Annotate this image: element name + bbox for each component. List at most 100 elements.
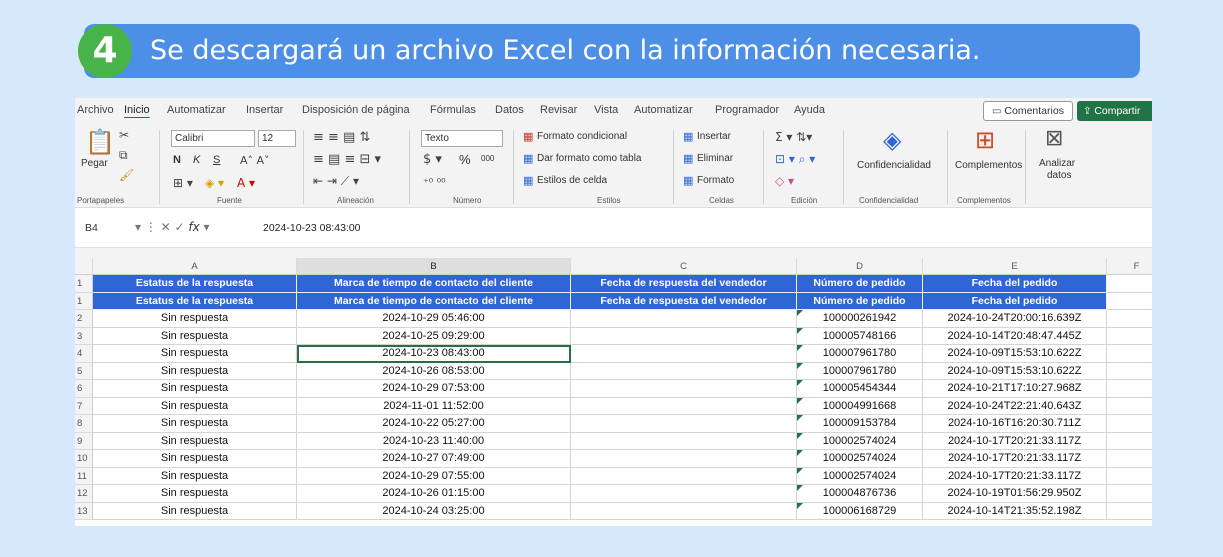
align-top-icon[interactable]: ≡ ≡ ▤ ⇅ [313,130,370,145]
column-header-a[interactable]: A [93,258,297,275]
conditional-format-button[interactable]: Formato condicional [537,131,627,142]
menu-disposicion[interactable]: Disposición de página [302,104,410,116]
decimal-icons[interactable]: ⁺⁰ ⁰⁰ [423,176,446,189]
cell-f[interactable] [1107,310,1152,328]
cell-e[interactable]: 2024-10-14T21:35:52.198Z [923,502,1107,520]
cell-d[interactable]: 100006168729 [797,502,923,520]
menu-inicio[interactable]: Inicio [124,104,150,116]
cell-a[interactable]: Sin respuesta [93,310,297,328]
borders-icon[interactable]: ⊞ ▾ [173,176,193,190]
cell-b[interactable]: 2024-10-27 07:49:00 [297,450,571,468]
cell-b[interactable]: 2024-10-25 09:29:00 [297,327,571,345]
cell-e[interactable]: 2024-10-21T17:10:27.968Z [923,380,1107,398]
clipboard-icon[interactable]: 📋 [85,128,115,156]
row-number[interactable]: 1 [75,292,93,310]
insert-cells-button[interactable]: Insertar [697,131,731,142]
row-number[interactable]: 4 [75,345,93,363]
menu-formulas[interactable]: Fórmulas [430,104,476,116]
font-name-select[interactable]: Calibri [171,130,255,147]
cell-c[interactable] [571,362,797,380]
currency-icon[interactable]: $ ▾ [423,152,442,167]
cell-f[interactable] [1107,345,1152,363]
cell-d[interactable]: Número de pedido [797,292,923,310]
cell-d[interactable]: Número de pedido [797,275,923,293]
cell-a[interactable]: Sin respuesta [93,432,297,450]
cell-e[interactable]: 2024-10-16T16:20:30.711Z [923,415,1107,433]
menu-vista[interactable]: Vista [594,104,618,116]
cell-f[interactable] [1107,415,1152,433]
cell-a[interactable]: Sin respuesta [93,345,297,363]
analyze-data-line2[interactable]: datos [1047,170,1071,181]
cell-d[interactable]: 100004876736 [797,485,923,503]
format-painter-icon[interactable]: 🖌 [119,168,134,182]
cell-a[interactable]: Estatus de la respuesta [93,275,297,293]
row-number[interactable]: 2 [75,310,93,328]
menu-ayuda[interactable]: Ayuda [794,104,825,116]
menu-archivo[interactable]: Archivo [77,104,114,116]
analyze-data-icon[interactable]: ⊠ [1045,126,1063,151]
cell-f[interactable] [1107,433,1152,450]
analyze-data-line1[interactable]: Analizar [1039,158,1075,169]
number-format-select[interactable]: Texto [421,130,503,147]
column-header-f[interactable]: F [1107,258,1152,275]
name-box[interactable]: B4 [85,222,98,234]
cell-c[interactable] [571,450,797,468]
cell-e[interactable]: 2024-10-19T01:56:29.950Z [923,485,1107,503]
cell-e[interactable]: 2024-10-17T20:21:33.117Z [923,450,1107,468]
cell-c[interactable] [571,310,797,328]
cell-b[interactable]: 2024-10-29 07:53:00 [297,380,571,398]
cell-e[interactable]: 2024-10-17T20:21:33.117Z [923,467,1107,485]
formula-bar-icons[interactable]: ▾ ⋮ ✕ ✓ fx ▾ [135,220,210,234]
cell-e[interactable]: 2024-10-24T20:00:16.639Z [923,310,1107,328]
copy-icon[interactable]: ⧉ [119,148,128,163]
fill-color-icon[interactable]: ◈ ▾ [205,176,224,190]
cell-f[interactable] [1107,363,1152,380]
bold-button[interactable]: N [173,154,181,166]
column-header-c[interactable]: C [571,258,797,275]
share-button[interactable]: ⇪ Compartir [1077,101,1152,121]
column-header-e[interactable]: E [923,258,1107,275]
cell-f[interactable] [1107,468,1152,485]
cell-d[interactable]: 100000261942 [797,310,923,328]
row-number[interactable]: 5 [75,362,93,380]
cell-e[interactable]: 2024-10-17T20:21:33.117Z [923,432,1107,450]
font-size-select[interactable]: 12 [258,130,296,147]
cell-b[interactable]: 2024-10-29 07:55:00 [297,467,571,485]
menu-datos[interactable]: Datos [495,104,524,116]
cell-c[interactable] [571,327,797,345]
format-cells-button[interactable]: Formato [697,175,734,186]
cell-d[interactable]: 100002574024 [797,450,923,468]
row-number[interactable]: 12 [75,485,93,503]
cell-b[interactable]: Marca de tiempo de contacto del cliente [297,292,571,310]
cell-f[interactable] [1107,293,1152,310]
row-number[interactable]: 3 [75,327,93,345]
cell-a[interactable]: Sin respuesta [93,327,297,345]
cut-icon[interactable]: ✂ [119,128,129,142]
sensitivity-button[interactable]: Confidencialidad [857,160,931,171]
cell-styles-button[interactable]: Estilos de celda [537,175,607,186]
cell-a[interactable]: Sin respuesta [93,485,297,503]
percent-button[interactable]: % [459,152,471,167]
column-header-d[interactable]: D [797,258,923,275]
cell-a[interactable]: Sin respuesta [93,415,297,433]
format-table-button[interactable]: Dar formato como tabla [537,153,642,164]
cell-c[interactable]: Fecha de respuesta del vendedor [571,292,797,310]
row-number[interactable]: 7 [75,397,93,415]
cell-f[interactable] [1107,503,1152,520]
cell-d[interactable]: 100002574024 [797,467,923,485]
cell-c[interactable]: Fecha de respuesta del vendedor [571,275,797,293]
italic-button[interactable]: K [193,154,200,166]
cell-f[interactable] [1107,450,1152,468]
grow-font-icon[interactable]: A˄ A˅ [240,154,270,167]
row-number[interactable]: 6 [75,380,93,398]
cell-e[interactable]: 2024-10-14T20:48:47.445Z [923,327,1107,345]
row-number[interactable]: 1 [75,275,93,293]
cell-c[interactable] [571,397,797,415]
select-all-corner[interactable] [75,258,93,275]
menu-programador[interactable]: Programador [715,104,779,116]
cell-c[interactable] [571,485,797,503]
formula-input[interactable]: 2024-10-23 08:43:00 [263,222,361,234]
cell-d[interactable]: 100007961780 [797,345,923,363]
cell-a[interactable]: Sin respuesta [93,502,297,520]
menu-revisar[interactable]: Revisar [540,104,577,116]
